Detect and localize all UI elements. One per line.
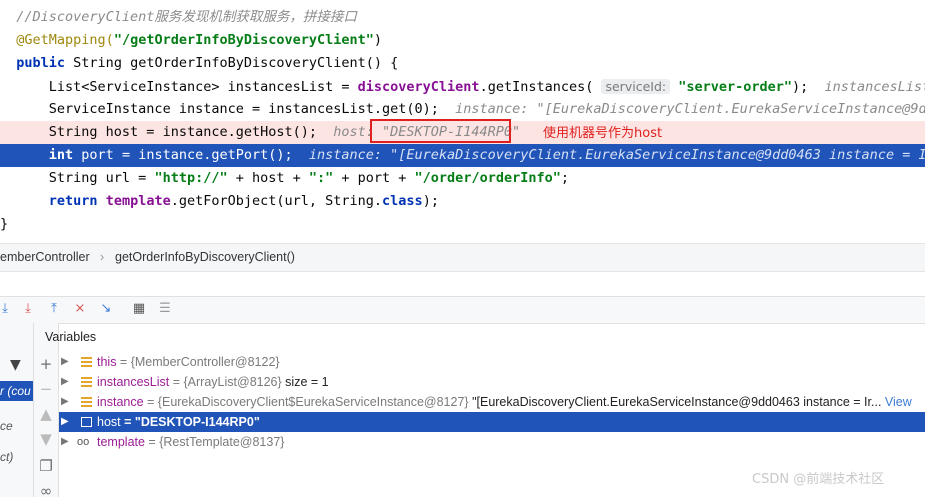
- step-out-icon[interactable]: ⤒: [45, 300, 63, 318]
- annotation-highlight-box: [370, 119, 511, 143]
- expand-arrow-icon[interactable]: ▶: [61, 372, 69, 392]
- variables-title: Variables: [45, 330, 97, 344]
- field-template: template: [105, 193, 171, 209]
- field-discovery-client: discoveryClient: [357, 79, 480, 95]
- annotation-value: "/getOrderInfoByDiscoveryClient": [113, 32, 374, 48]
- string-literal: "http://": [154, 170, 228, 186]
- watermark: CSDN @前端技术社区: [752, 472, 885, 487]
- expand-arrow-icon[interactable]: ▶: [61, 412, 69, 432]
- keyword-class: class: [382, 193, 423, 209]
- filter-icon[interactable]: ▼: [10, 357, 21, 373]
- keyword-int: int: [16, 147, 74, 163]
- annotation-note: 使用机器号作为host: [543, 126, 663, 141]
- method-signature: String getOrderInfoByDiscoveryClient() {: [65, 55, 399, 71]
- code-line-instance: ServiceInstance instance = instancesList…: [0, 98, 925, 121]
- variable-name: this: [97, 355, 117, 369]
- annotation-text: @GetMapping(: [16, 32, 114, 48]
- debug-toolbar: ⤓ ⤓ ⤒ ⨯ ↘ ▦ ☰: [0, 296, 925, 324]
- selected-frame[interactable]: r (cou: [0, 381, 33, 401]
- code-text: + host +: [227, 170, 309, 186]
- watch-glasses-icon: oo: [77, 436, 90, 448]
- frames-panel: ▼ r (cou ce ct): [0, 323, 34, 497]
- comment-text: //DiscoveryClient服务发现机制获取服务，拼接接口: [16, 9, 357, 25]
- move-down-icon[interactable]: ▼: [38, 431, 54, 447]
- code-line-comment: //DiscoveryClient服务发现机制获取服务，拼接接口: [0, 6, 925, 29]
- force-step-into-icon[interactable]: ⤓: [19, 300, 37, 318]
- variable-name: host: [97, 415, 121, 429]
- string-literal: ":": [308, 170, 334, 186]
- variable-value: = {ArrayList@8126}: [169, 375, 282, 389]
- breadcrumb-class[interactable]: emberController: [0, 244, 90, 271]
- variable-value: = {RestTemplate@8137}: [144, 435, 285, 449]
- code-line-close-brace: }: [0, 213, 925, 236]
- code-line-signature: public String getOrderInfoByDiscoveryCli…: [0, 52, 925, 75]
- variables-header: Variables: [35, 323, 925, 351]
- code-text: );: [422, 193, 439, 209]
- expand-arrow-icon[interactable]: ▶: [61, 432, 69, 452]
- expand-arrow-icon[interactable]: ▶: [61, 352, 69, 372]
- variable-row-instanceslist[interactable]: ▶ instancesList = {ArrayList@8126} size …: [59, 372, 925, 392]
- breadcrumb-method[interactable]: getOrderInfoByDiscoveryClient(): [115, 244, 295, 271]
- code-line-port-current: int port = instance.getPort(); instance:…: [0, 144, 925, 167]
- code-line-instances-list: List<ServiceInstance> instancesList = di…: [0, 75, 925, 98]
- frame-item[interactable]: ct): [0, 450, 13, 464]
- param-hint: serviceId:: [601, 79, 671, 94]
- add-watch-icon[interactable]: +: [38, 356, 54, 372]
- code-line-return: return template.getForObject(url, String…: [0, 190, 925, 213]
- code-line-url: String url = "http://" + host + ":" + po…: [0, 167, 925, 190]
- view-link[interactable]: View: [881, 395, 912, 409]
- code-text: );: [792, 79, 825, 95]
- variable-extra: "[EurekaDiscoveryClient.EurekaServiceIns…: [468, 395, 882, 409]
- inline-debug-value: instancesList: size = 1: [824, 79, 925, 95]
- code-text: ServiceInstance instance = instancesList…: [16, 101, 456, 117]
- field-icon: [81, 377, 92, 387]
- keyword-return: return: [16, 193, 98, 209]
- breadcrumb: emberController › getOrderInfoByDiscover…: [0, 243, 925, 272]
- keyword-public: public: [16, 55, 66, 71]
- variable-row-host[interactable]: ▶ host = "DESKTOP-I144RP0": [59, 412, 925, 432]
- variable-value: = {MemberController@8122}: [116, 355, 280, 369]
- code-text: .getForObject(url, String.: [170, 193, 383, 209]
- drop-frame-icon[interactable]: ⨯: [71, 300, 89, 318]
- variable-name: template: [97, 435, 145, 449]
- inline-debug-value: instance: "[EurekaDiscoveryClient.Eureka…: [308, 147, 925, 163]
- field-icon: [81, 397, 92, 407]
- code-text: String url =: [16, 170, 155, 186]
- evaluate-expression-icon[interactable]: ▦: [130, 300, 148, 318]
- variable-row-instance[interactable]: ▶ instance = {EurekaDiscoveryClient$Eure…: [59, 392, 925, 412]
- variable-name: instancesList: [97, 375, 170, 389]
- run-to-cursor-icon[interactable]: ↘: [97, 300, 115, 318]
- code-text: .getInstances(: [479, 79, 602, 95]
- code-text: port = instance.getPort();: [73, 147, 309, 163]
- variable-extra: size = 1: [281, 375, 329, 389]
- code-text: String host = instance.getHost();: [16, 124, 334, 140]
- variable-row-template[interactable]: ▶ oo template = {RestTemplate@8137}: [59, 432, 925, 452]
- code-text: List<ServiceInstance> instancesList =: [16, 79, 358, 95]
- variable-name: instance: [97, 395, 144, 409]
- variable-row-this[interactable]: ▶ this = {MemberController@8122}: [59, 352, 925, 372]
- move-up-icon[interactable]: ▲: [38, 406, 54, 422]
- frame-item[interactable]: ce: [0, 419, 13, 433]
- breadcrumb-separator: ›: [100, 250, 105, 264]
- field-icon: [81, 417, 92, 427]
- annotation-close: ): [373, 32, 383, 48]
- code-text: ;: [560, 170, 569, 186]
- step-into-icon[interactable]: ⤓: [0, 300, 14, 318]
- code-text: + port +: [333, 170, 415, 186]
- variable-value: = {EurekaDiscoveryClient$EurekaServiceIn…: [143, 395, 469, 409]
- string-literal: "server-order": [670, 79, 793, 95]
- inline-debug-value: instance: "[EurekaDiscoveryClient.Eureka…: [455, 101, 925, 117]
- code-line-annotation: @GetMapping("/getOrderInfoByDiscoveryCli…: [0, 29, 925, 52]
- copy-icon[interactable]: ❐: [38, 458, 54, 474]
- variable-value: = "DESKTOP-I144RP0": [120, 415, 260, 429]
- field-icon: [81, 357, 92, 367]
- code-text: }: [0, 216, 9, 232]
- string-literal: "/order/orderInfo": [414, 170, 561, 186]
- remove-watch-icon[interactable]: −: [38, 381, 54, 397]
- expand-arrow-icon[interactable]: ▶: [61, 392, 69, 412]
- trace-icon[interactable]: ☰: [156, 300, 174, 318]
